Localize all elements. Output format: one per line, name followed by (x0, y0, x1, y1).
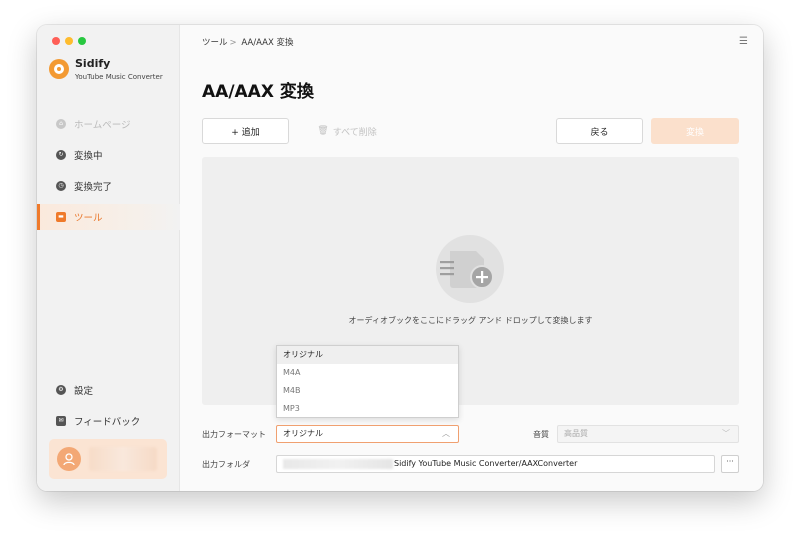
format-select[interactable]: オリジナル ︿ (276, 425, 459, 443)
window-close-button[interactable] (52, 37, 60, 45)
format-option[interactable]: オリジナル (277, 346, 458, 364)
sidebar-item-home[interactable]: ⌂ ホームページ (37, 111, 180, 137)
quality-label: 音質 (533, 430, 549, 439)
chevron-down-icon: ﹀ (722, 429, 730, 438)
quality-select-value: 高品質 (564, 429, 588, 438)
breadcrumb-separator: > (229, 38, 237, 48)
toolbox-icon: ▬ (56, 212, 66, 222)
format-dropdown-list: オリジナル M4A M4B MP3 (276, 345, 459, 418)
home-icon: ⌂ (56, 119, 66, 129)
chevron-up-icon: ︿ (442, 429, 450, 438)
delete-all-label: すべて削除 (332, 127, 377, 138)
window-zoom-button[interactable] (78, 37, 86, 45)
sidebar-item-label: ツール (74, 213, 103, 224)
add-button[interactable]: + 追加 (202, 118, 289, 144)
sidebar-item-feedback[interactable]: ✉ フィードバック (37, 408, 180, 434)
sidebar-item-settings[interactable]: ⚙ 設定 (37, 377, 180, 403)
app-subtitle: YouTube Music Converter (75, 73, 163, 81)
sync-icon: ↻ (56, 150, 66, 160)
breadcrumb: ツール > AA/AAX 変換 (202, 36, 293, 48)
output-folder-label: 出力フォルダ (202, 460, 250, 469)
format-option[interactable]: M4B (277, 382, 458, 400)
avatar (57, 447, 81, 471)
sidebar-item-converting[interactable]: ↻ 変換中 (37, 142, 180, 168)
back-button[interactable]: 戻る (556, 118, 643, 144)
sidebar: Sidify YouTube Music Converter ⌂ ホームページ … (37, 25, 180, 491)
page-title: AA/AAX 変換 (202, 82, 314, 102)
format-option[interactable]: MP3 (277, 400, 458, 418)
app-name: Sidify (75, 57, 111, 70)
sidebar-item-tools[interactable]: ▬ ツール (37, 204, 180, 230)
sidebar-item-label: フィードバック (74, 417, 141, 428)
browse-folder-button[interactable]: ··· (721, 455, 739, 473)
sidebar-item-label: ホームページ (74, 120, 131, 131)
convert-button[interactable]: 変換 (651, 118, 739, 144)
delete-all-button[interactable]: 🗑 すべて削除 (307, 118, 387, 144)
clock-icon: ◷ (56, 181, 66, 191)
gear-icon: ⚙ (56, 385, 66, 395)
sidebar-item-label: 設定 (74, 386, 94, 397)
drop-hint-text: オーディオブックをここにドラッグ アンド ドロップして変換します (348, 316, 593, 325)
folder-path-redacted (283, 459, 393, 469)
app-window: Sidify YouTube Music Converter ⌂ ホームページ … (37, 25, 763, 491)
main-content: ツール > AA/AAX 変換 ☰ AA/AAX 変換 + 追加 🗑 すべて削除 … (180, 25, 763, 491)
mail-icon: ✉ (56, 416, 66, 426)
sidebar-item-converted[interactable]: ◷ 変換完了 (37, 173, 180, 199)
user-name-redacted (89, 447, 157, 471)
format-select-value: オリジナル (283, 429, 323, 438)
add-audiobook-icon[interactable] (436, 235, 504, 303)
output-folder-field[interactable]: Sidify YouTube Music Converter/AAXConver… (276, 455, 715, 473)
quality-select[interactable]: 高品質 ﹀ (557, 425, 739, 443)
sidebar-item-label: 変換完了 (74, 182, 113, 193)
format-label: 出力フォーマット (202, 430, 266, 439)
format-option[interactable]: M4A (277, 364, 458, 382)
trash-icon: 🗑 (317, 126, 329, 136)
sidebar-item-label: 変換中 (74, 151, 103, 162)
breadcrumb-current: AA/AAX 変換 (241, 38, 294, 48)
breadcrumb-root[interactable]: ツール (202, 38, 228, 48)
app-logo-icon (49, 59, 69, 79)
hamburger-menu-icon[interactable]: ☰ (739, 36, 748, 47)
user-icon (63, 453, 75, 466)
output-folder-value: Sidify YouTube Music Converter/AAXConver… (394, 459, 578, 468)
user-account-card[interactable] (49, 439, 167, 479)
window-minimize-button[interactable] (65, 37, 73, 45)
